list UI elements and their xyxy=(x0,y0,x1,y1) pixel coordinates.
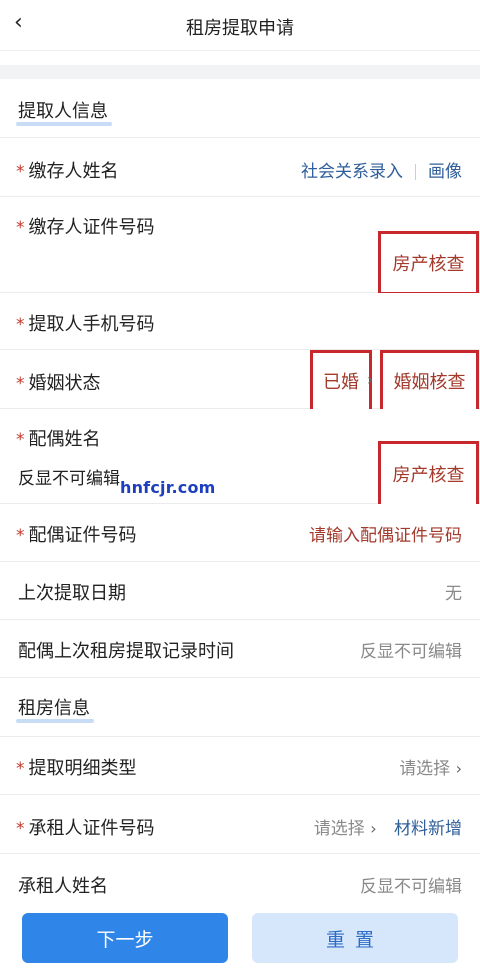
label-marital-status: 婚姻状态 xyxy=(28,373,101,394)
label-detail-type: 提取明细类型 xyxy=(28,758,137,779)
label-spouse-id: 配偶证件号码 xyxy=(28,525,137,546)
detail-type-select[interactable]: 请选择 › xyxy=(399,754,462,779)
required-star: * xyxy=(16,819,25,839)
section-underline xyxy=(16,719,94,723)
chevron-right-icon: › xyxy=(455,759,462,778)
spouse-name-readonly: 反显不可编辑 xyxy=(18,469,120,489)
reset-button[interactable]: 重置 xyxy=(252,913,458,963)
chevron-right-icon: › xyxy=(370,819,377,838)
portrait-link[interactable]: 画像 xyxy=(428,162,462,182)
label-withdrawer-phone: 提取人手机号码 xyxy=(28,314,155,335)
page-title: 租房提取申请 xyxy=(186,18,294,39)
spouse-id-input[interactable]: 请输入配偶证件号码 xyxy=(309,521,462,546)
required-star: * xyxy=(16,430,25,450)
label-spouse-name: 配偶姓名 xyxy=(28,429,101,450)
required-star: * xyxy=(16,759,25,779)
label-depositor-name: 缴存人姓名 xyxy=(28,161,119,182)
divider xyxy=(415,164,416,180)
label-lessor-name: 承租人姓名 xyxy=(18,876,108,897)
section-gap xyxy=(0,65,480,79)
next-step-button[interactable]: 下一步 xyxy=(22,913,228,963)
material-add-link[interactable]: 材料新增 xyxy=(394,819,462,839)
section-underline xyxy=(16,122,112,126)
social-relation-link[interactable]: 社会关系录入 xyxy=(301,162,403,182)
row-spouse-id: * 配偶证件号码 请输入配偶证件号码 xyxy=(0,504,480,562)
marital-value[interactable]: 已婚 xyxy=(310,350,372,412)
row-spouse-last-record: 配偶上次租房提取记录时间 反显不可编辑 xyxy=(0,620,480,678)
required-star: * xyxy=(16,374,25,394)
last-withdraw-date-value: 无 xyxy=(445,584,462,604)
label-depositor-id: 缴存人证件号码 xyxy=(28,217,155,238)
required-star: * xyxy=(16,162,25,182)
section-withdrawer-info: 提取人信息 xyxy=(0,79,480,138)
label-last-withdraw-date: 上次提取日期 xyxy=(18,583,126,604)
watermark-text: hnfcjr.com xyxy=(120,478,216,497)
row-detail-type: * 提取明细类型 请选择 › xyxy=(0,737,480,795)
row-depositor-id: * 缴存人证件号码 房产核查 xyxy=(0,197,480,295)
required-star: * xyxy=(16,526,25,546)
section-rental-info: 租房信息 xyxy=(0,678,480,737)
spouse-last-record-value: 反显不可编辑 xyxy=(360,642,462,662)
lessor-name-value: 反显不可编辑 xyxy=(360,877,462,897)
property-check-button[interactable]: 房产核查 xyxy=(378,231,479,295)
required-star: * xyxy=(16,315,25,335)
label-lessor-id: 承租人证件号码 xyxy=(28,818,155,839)
chevron-right-icon: › xyxy=(367,370,374,389)
label-spouse-last-record: 配偶上次租房提取记录时间 xyxy=(18,641,234,662)
row-marital-status: * 婚姻状态 已婚 › 婚姻核查 xyxy=(0,350,480,412)
row-withdrawer-phone: * 提取人手机号码 xyxy=(0,293,480,350)
row-last-withdraw-date: 上次提取日期 无 xyxy=(0,562,480,620)
lessor-id-select[interactable]: 请选择 › xyxy=(314,819,377,839)
row-depositor-name: * 缴存人姓名 社会关系录入 画像 xyxy=(0,138,480,197)
section-title-rental: 租房信息 xyxy=(18,698,90,719)
spouse-property-check-button[interactable]: 房产核查 xyxy=(378,441,479,507)
row-spouse-name: * 配偶姓名 反显不可编辑 房产核查 xyxy=(0,409,480,507)
required-star: * xyxy=(16,218,25,238)
row-lessor-id: * 承租人证件号码 请选择 › 材料新增 xyxy=(0,795,480,854)
section-title-withdrawer: 提取人信息 xyxy=(18,101,108,122)
marriage-check-button[interactable]: 婚姻核查 xyxy=(380,350,479,412)
nav-bar: ‹ 租房提取申请 xyxy=(0,0,480,51)
footer-bar: 下一步 重置 xyxy=(0,900,480,970)
